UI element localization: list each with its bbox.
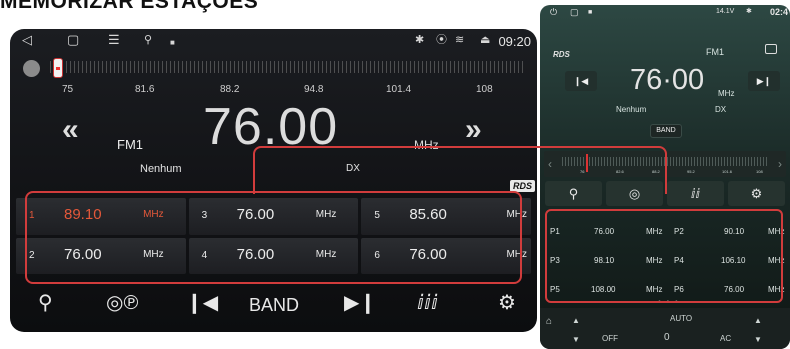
back-icon[interactable]: ◁ — [22, 33, 32, 47]
equalizer-icon[interactable]: ⅈⅈⅈ — [417, 292, 438, 314]
dial-tick: 88.2 — [220, 84, 240, 95]
status-bar: ◁ ▢ ☰ ⚲ ■ ✱ ⦿ ≋ ⏏ 09:20 — [10, 29, 537, 53]
media-icon: ■ — [170, 38, 175, 47]
home-icon[interactable]: ▢ — [67, 33, 79, 47]
dial-tick: 101.6 — [722, 169, 733, 174]
dial-knob[interactable] — [23, 60, 40, 77]
next-station-button[interactable]: ▶❙ — [748, 71, 780, 91]
page-heading: MEMORIZAR ESTAÇÕES — [0, 0, 259, 13]
up-arrow-icon[interactable]: ▲ — [754, 316, 762, 325]
frequency-display: 76·00 — [630, 64, 705, 96]
chevron-right-icon[interactable]: › — [778, 157, 782, 171]
highlight-connector — [253, 146, 667, 194]
band-button[interactable]: BAND — [249, 294, 299, 316]
down-arrow-icon[interactable]: ▼ — [754, 335, 762, 344]
dial-tick: 95.2 — [687, 169, 695, 174]
off-label[interactable]: OFF — [602, 334, 618, 343]
down-arrow-icon[interactable]: ▼ — [572, 335, 580, 344]
station-name: Nenhum — [140, 163, 182, 175]
status-bar: ⏻ ▢ ■ 14.1V ✱ 02:4 — [540, 5, 790, 21]
status-time: 09:20 — [498, 34, 531, 49]
next-icon[interactable]: ▶❙ — [344, 292, 376, 314]
dial-tick: 101.4 — [386, 84, 412, 95]
climate-bar: ⌂ ▲ ▼ AUTO OFF 0 AC ▲ ▼ — [540, 308, 790, 349]
window-icon[interactable]: ▢ — [570, 7, 579, 18]
eject-icon[interactable]: ⏏ — [480, 33, 490, 47]
search-icon[interactable]: ⚲ — [38, 292, 53, 314]
bottom-toolbar: ⚲ ◎℗ ❙◀ BAND ▶❙ ⅈⅈⅈ ⚙ — [10, 282, 537, 328]
up-arrow-icon[interactable]: ▲ — [572, 316, 580, 325]
dial-needle[interactable] — [53, 58, 63, 78]
status-time: 02:4 — [769, 7, 788, 17]
highlight-box — [25, 191, 522, 284]
station-name: Nenhum — [616, 105, 647, 114]
dx-label[interactable]: DX — [715, 105, 726, 114]
temperature-value: 0 — [664, 332, 670, 343]
media-icon: ■ — [588, 9, 593, 16]
previous-icon[interactable]: ❙◀ — [186, 292, 218, 314]
band-label: FM1 — [706, 47, 724, 57]
frequency-unit: MHz — [718, 89, 735, 98]
battery-voltage: 14.1V — [716, 8, 735, 15]
power-icon[interactable]: ⏻ — [550, 7, 557, 18]
dial-tick: 81.6 — [135, 84, 155, 95]
dial-tick: 108 — [756, 169, 763, 174]
auto-label[interactable]: AUTO — [670, 314, 692, 323]
dial-tick: 94.8 — [304, 84, 324, 95]
band-button[interactable]: BAND — [650, 124, 682, 138]
previous-station-button[interactable]: ❙◀ — [565, 71, 597, 91]
location-icon: ⦿ — [436, 34, 447, 46]
seek-back-button[interactable]: « — [62, 115, 79, 145]
ac-label[interactable]: AC — [720, 334, 731, 343]
wifi-icon: ≋ — [455, 34, 465, 46]
menu-icon[interactable]: ☰ — [108, 33, 120, 47]
dial-tick: 75 — [62, 84, 74, 95]
settings-icon[interactable]: ⚙ — [498, 292, 516, 314]
image-icon[interactable] — [765, 44, 777, 54]
settings-icon[interactable]: ⚙ — [728, 181, 785, 206]
equalizer-icon[interactable]: ⅈⅈ — [667, 181, 724, 206]
rds-logo: RDS — [553, 50, 570, 59]
bluetooth-icon: ✱ — [415, 34, 425, 46]
highlight-box — [545, 209, 783, 303]
tuning-dial[interactable] — [10, 55, 537, 85]
dial-tick: 108 — [476, 84, 493, 95]
bluetooth-icon: ✱ — [746, 8, 752, 15]
seek-forward-button[interactable]: » — [465, 115, 482, 145]
band-label: FM1 — [117, 137, 143, 152]
home-icon[interactable]: ⌂ — [546, 316, 552, 327]
usb-icon: ⚲ — [144, 34, 153, 46]
dial-scale — [50, 61, 525, 73]
radio-scan-icon[interactable]: ◎℗ — [106, 292, 138, 314]
